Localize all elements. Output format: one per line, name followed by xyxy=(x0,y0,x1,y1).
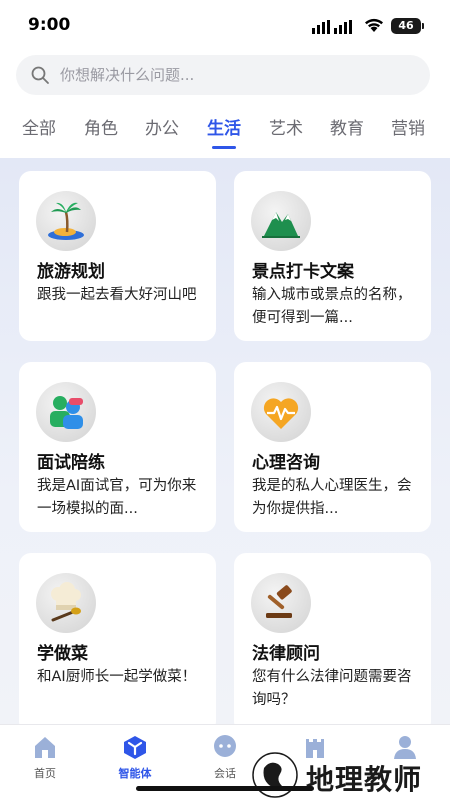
card-description: 和AI厨师长一起学做菜！ xyxy=(37,669,197,685)
nav-label: 智能体 xyxy=(118,767,152,780)
search-input[interactable] xyxy=(60,66,390,84)
search-icon xyxy=(31,66,49,84)
tab-all[interactable]: 全部 xyxy=(22,114,56,139)
card-description: 我是的私人心理医生，会为你提供指... xyxy=(252,478,412,517)
globe-logo-icon xyxy=(252,752,298,798)
search-bar[interactable] xyxy=(16,55,430,95)
tab-life[interactable]: 生活 xyxy=(207,114,241,139)
chef-hat-icon xyxy=(51,582,81,622)
people-icon xyxy=(50,396,83,429)
watermark: 地理教师 xyxy=(250,746,450,800)
agent-card-legal[interactable]: 法律顾问 您有什么法律问题需要咨询吗？ xyxy=(234,553,431,724)
mountain-icon xyxy=(262,212,300,238)
agent-card-cooking[interactable]: 学做菜 和AI厨师长一起学做菜！ xyxy=(19,553,216,724)
home-indicator xyxy=(136,786,314,791)
card-title: 面试陪练 xyxy=(37,453,105,473)
agent-card-scenic-checkin[interactable]: 景点打卡文案 输入城市或景点的名称，便可得到一篇... xyxy=(234,171,431,341)
card-title: 学做菜 xyxy=(37,644,88,664)
signal-icon xyxy=(312,20,352,34)
agent-card-counseling[interactable]: 心理咨询 我是的私人心理医生，会为你提供指... xyxy=(234,362,431,532)
card-title: 法律顾问 xyxy=(252,644,320,664)
card-description: 我是AI面试官，可为你来一场模拟的面... xyxy=(37,478,197,517)
nav-label: 首页 xyxy=(34,767,56,780)
tab-office[interactable]: 办公 xyxy=(145,114,179,139)
card-description: 输入城市或景点的名称，便可得到一篇... xyxy=(252,287,412,326)
status-time: 9:00 xyxy=(28,15,71,35)
wifi-icon xyxy=(365,18,383,32)
card-title: 旅游规划 xyxy=(37,262,105,282)
agent-grid: 旅游规划 跟我一起去看大好河山吧 景点打卡文案 输入城市或景点的名称，便可得到一… xyxy=(0,158,450,724)
card-description: 跟我一起去看大好河山吧 xyxy=(37,287,197,303)
agent-card-travel[interactable]: 旅游规划 跟我一起去看大好河山吧 xyxy=(19,171,216,341)
tab-roles[interactable]: 角色 xyxy=(84,114,118,139)
card-description: 您有什么法律问题需要咨询吗？ xyxy=(252,669,412,708)
nav-home[interactable]: 首页 xyxy=(10,733,80,781)
status-bar: 9:00 46 xyxy=(0,0,450,50)
agent-card-interview[interactable]: 面试陪练 我是AI面试官，可为你来一场模拟的面... xyxy=(19,362,216,532)
category-tabs: 全部 角色 办公 生活 艺术 教育 营销 xyxy=(0,108,450,156)
gavel-icon xyxy=(266,585,292,618)
tab-art[interactable]: 艺术 xyxy=(269,114,303,139)
heart-pulse-icon xyxy=(263,398,299,429)
battery-indicator: 46 xyxy=(391,18,424,34)
cube-icon xyxy=(124,736,146,759)
nav-agents[interactable]: 智能体 xyxy=(100,733,170,781)
tab-marketing[interactable]: 营销 xyxy=(391,114,425,139)
card-title: 心理咨询 xyxy=(252,453,320,473)
home-icon xyxy=(35,737,55,758)
chat-icon xyxy=(214,735,236,757)
watermark-text: 地理教师 xyxy=(306,763,423,796)
tab-education[interactable]: 教育 xyxy=(330,114,364,139)
card-title: 景点打卡文案 xyxy=(252,262,354,282)
active-tab-indicator xyxy=(212,146,236,149)
palm-island-icon xyxy=(48,202,84,240)
